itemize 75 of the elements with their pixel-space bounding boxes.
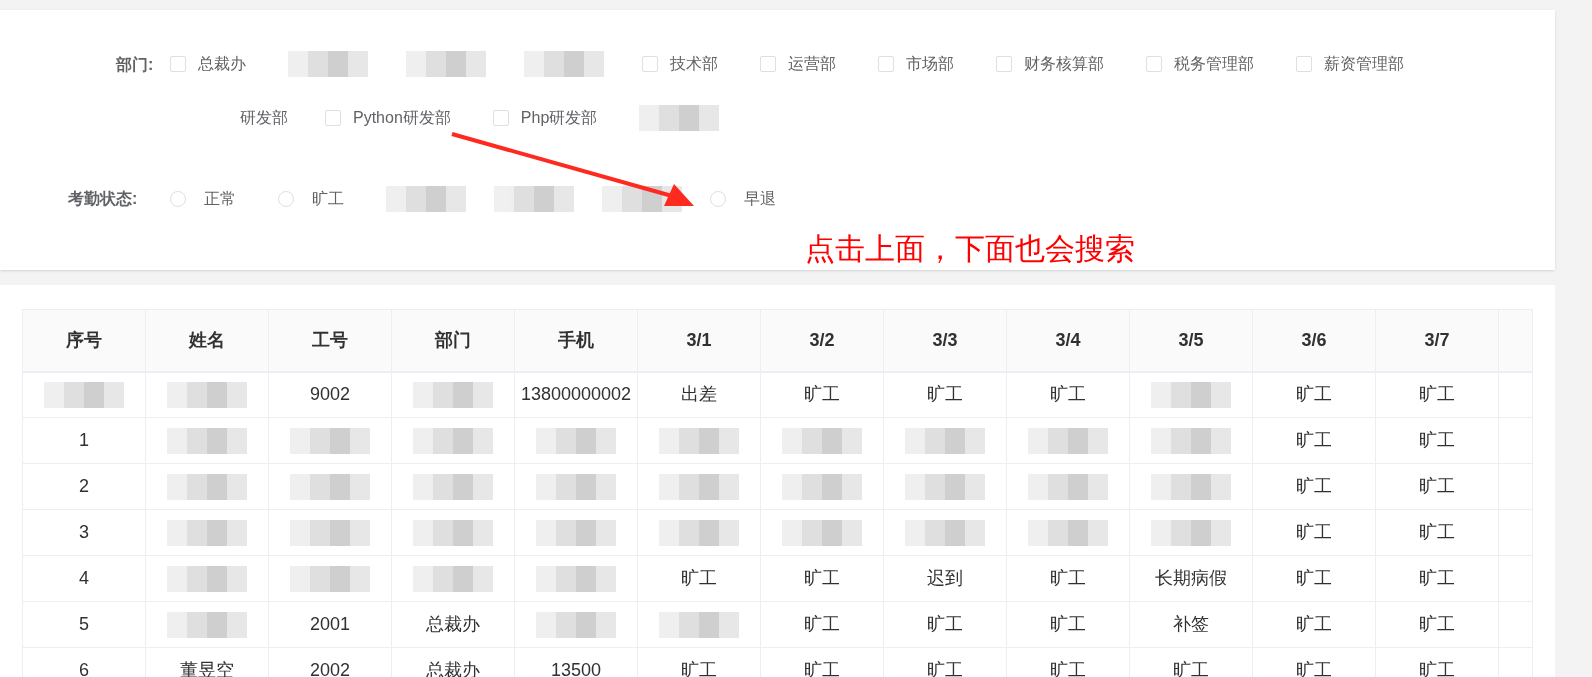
table-cell: 旷工 (1252, 371, 1376, 418)
checkbox-label: 财务核算部 (1024, 54, 1104, 74)
table-cell: 旷工 (1252, 509, 1376, 556)
table-cell: 旷工 (1375, 601, 1499, 648)
table-cell: 旷工 (760, 371, 884, 418)
filter-label: 部门: (116, 55, 155, 75)
checkbox-label: Php研发部 (520, 108, 598, 128)
column-header: 部门 (391, 309, 515, 372)
radio-button[interactable] (710, 191, 726, 207)
table-cell: 旷工 (1375, 509, 1499, 556)
column-header: 手机 (514, 309, 638, 372)
column-header: 3/7 (1375, 309, 1499, 372)
table-cell: 旷工 (1375, 371, 1499, 418)
column-header: 3/2 (760, 309, 884, 372)
checkbox[interactable] (878, 56, 894, 72)
table-cell: 旷工 (1006, 371, 1130, 418)
table-cell: 旷工 (1375, 463, 1499, 510)
checkbox[interactable] (170, 56, 186, 72)
table-cell: 旷工 (883, 601, 1007, 648)
table-cell: 出差 (637, 371, 761, 418)
table-cell: 长期病假 (1129, 555, 1253, 602)
table-cell: 旷工 (1006, 555, 1130, 602)
table-cell: 补签 (1129, 601, 1253, 648)
checkbox-label: 市场部 (906, 54, 954, 74)
checkbox[interactable] (325, 110, 341, 126)
column-header: 3/5 (1129, 309, 1253, 372)
checkbox-label: Python研发部 (353, 108, 451, 128)
radio-label: 旷工 (312, 189, 344, 209)
table-cell: 4 (22, 555, 146, 602)
table-cell: 旷工 (883, 371, 1007, 418)
annotation-text: 点击上面，下面也会搜索 (805, 231, 1135, 267)
checkbox-label: 薪资管理部 (1324, 54, 1404, 74)
table-cell: 1 (22, 417, 146, 464)
radio-label: 正常 (204, 189, 236, 209)
column-header: 序号 (22, 309, 146, 372)
column-header: 3/1 (637, 309, 761, 372)
checkbox[interactable] (760, 56, 776, 72)
table-cell: 旷工 (760, 601, 884, 648)
table-cell: 13800000002 (514, 371, 638, 418)
column-header: 3/6 (1252, 309, 1376, 372)
table-cell: 旷工 (1252, 555, 1376, 602)
checkbox-label: 总裁办 (198, 54, 246, 74)
table-cell: 旷工 (760, 555, 884, 602)
radio-button[interactable] (170, 191, 186, 207)
filter-label: 考勤状态: (68, 189, 139, 209)
table-cell: 旷工 (1006, 601, 1130, 648)
table-cell: 5 (22, 601, 146, 648)
checkbox[interactable] (1296, 56, 1312, 72)
column-header: 3/4 (1006, 309, 1130, 372)
table-cell: 迟到 (883, 555, 1007, 602)
radio-button[interactable] (278, 191, 294, 207)
table-cell: 旷工 (1375, 417, 1499, 464)
checkbox-label: 研发部 (240, 108, 288, 128)
column-header: 3/3 (883, 309, 1007, 372)
checkbox[interactable] (642, 56, 658, 72)
checkbox-label: 税务管理部 (1174, 54, 1254, 74)
column-header: 工号 (268, 309, 392, 372)
table-cell: 9002 (268, 371, 392, 418)
table-cell: 2 (22, 463, 146, 510)
table-cell: 6 (22, 647, 146, 677)
checkbox-label: 技术部 (670, 54, 718, 74)
table-cell: 2001 (268, 601, 392, 648)
checkbox[interactable] (1146, 56, 1162, 72)
table-cell: 旷工 (637, 555, 761, 602)
table-cell: 旷工 (1252, 463, 1376, 510)
checkbox[interactable] (996, 56, 1012, 72)
table-cell: 旷工 (1252, 601, 1376, 648)
column-header: 姓名 (145, 309, 269, 372)
checkbox-label: 运营部 (788, 54, 836, 74)
checkbox[interactable] (492, 110, 509, 126)
table-cell: 3 (22, 509, 146, 556)
table-cell: 旷工 (1252, 417, 1376, 464)
table-cell: 旷工 (1375, 555, 1499, 602)
radio-label: 早退 (744, 189, 776, 209)
table-cell: 总裁办 (391, 601, 515, 648)
